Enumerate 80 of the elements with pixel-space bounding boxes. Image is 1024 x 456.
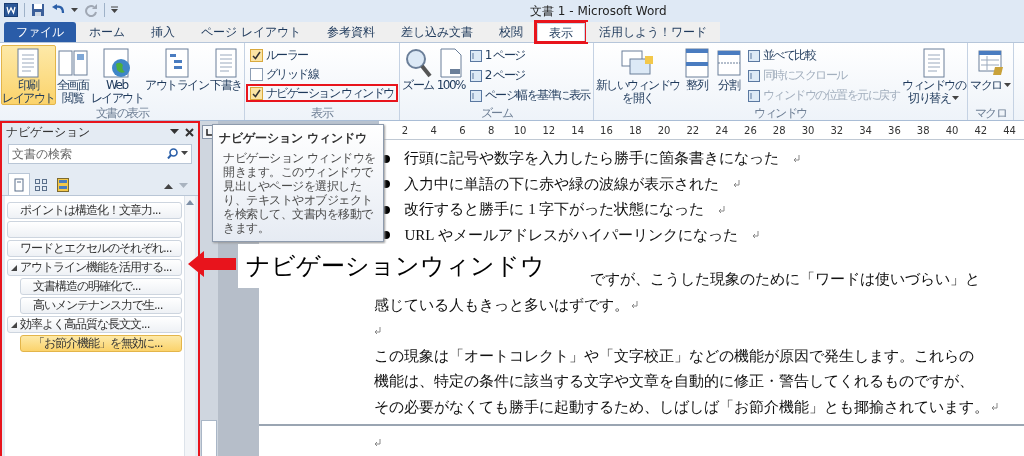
page-layout-icon[interactable]: [468, 68, 483, 83]
grid-icon: [35, 178, 47, 191]
word-logo-icon[interactable]: [4, 3, 18, 17]
checkbox[interactable]: ルーラー: [245, 46, 398, 64]
ribbon-tab[interactable]: 参考資料: [313, 22, 388, 42]
ribbon-button[interactable]: マクロ: [969, 45, 1012, 105]
close-icon[interactable]: [185, 127, 194, 137]
heading-item[interactable]: 効率よく高品質な長文文...: [7, 316, 182, 333]
check-icon: [251, 50, 261, 60]
checkbox[interactable]: ナビゲーション ウィンドウ: [245, 84, 398, 102]
search-icon[interactable]: [167, 148, 178, 159]
list-icon: [57, 177, 69, 192]
page-layout-icon[interactable]: [468, 48, 483, 63]
bullet-text: 行頭に記号や数字を入力したら勝手に箇条書きになった: [404, 149, 780, 169]
caret-icon: [181, 151, 188, 156]
ribbon-button[interactable]: ページ幅を基準に表示: [466, 86, 592, 105]
group-label: 表示: [310, 105, 334, 120]
ribbon-button[interactable]: 分割: [712, 45, 745, 105]
ribbon-tab[interactable]: ホーム: [76, 22, 138, 42]
ribbon-button[interactable]: 整列: [680, 45, 713, 105]
window-title: 文書 1 - Microsoft Word: [530, 3, 667, 20]
expanded-triangle-icon[interactable]: [11, 321, 17, 328]
search-field[interactable]: 文書の検索: [8, 144, 192, 164]
group-label: マクロ: [973, 105, 1008, 120]
group-label: 文書の表示: [94, 105, 150, 120]
heading-item[interactable]: ワードとエクセルのそれぞれ...: [7, 240, 182, 257]
book-icon[interactable]: [56, 47, 89, 79]
ribbon-button[interactable]: 下書き: [209, 45, 243, 105]
ribbon-button[interactable]: 1 ページ: [466, 46, 592, 65]
ribbon-button[interactable]: 新しいウィンドウ を開く: [594, 45, 681, 105]
tooltip-title: ナビゲーション ウィンドウ: [219, 130, 369, 147]
ribbon-tab[interactable]: 表示: [535, 22, 586, 42]
pane-title: ナビゲーション: [6, 123, 91, 141]
heading-item[interactable]: 文書構造の明確化で...: [20, 278, 182, 295]
ribbon-button[interactable]: アウトライン: [144, 45, 209, 105]
dropdown-icon[interactable]: [170, 129, 179, 135]
heading-item[interactable]: ポイントは構造化！文章力...: [7, 202, 182, 219]
ribbon-button[interactable]: ズーム: [400, 45, 435, 105]
save-icon[interactable]: [31, 3, 45, 17]
paragraph-line: この現象は「オートコレクト」や「文字校正」などの機能が原因で発生します。これらの: [374, 346, 975, 366]
heading-item[interactable]: アウトライン機能を活用する...: [7, 259, 182, 276]
group-label: ウィンドウ: [753, 105, 808, 120]
ribbon-tab[interactable]: 挿入: [138, 22, 188, 42]
customize-caret-icon[interactable]: [111, 6, 118, 14]
bullet-text: 入力中に単語の下に赤や緑の波線が表示された: [404, 174, 720, 194]
ribbon-button[interactable]: ウィンドウの 切り替え: [901, 45, 967, 105]
paragraph-line: その必要がなくても勝手に起動するため、しばしば「お節介機能」とも揶揄されています。: [374, 397, 990, 417]
paragraph-line: ですが、こうした現象のために「ワードは使いづらい」と: [590, 270, 981, 290]
expanded-triangle-icon[interactable]: [11, 264, 17, 271]
ribbon-button[interactable]: Web レイアウト: [89, 45, 144, 105]
check-icon: [251, 88, 261, 98]
paragraph-line: 機能は、特定の条件に該当する文字や文章を自動的に修正・警告してくれるものですが、: [374, 372, 975, 392]
ribbon-button[interactable]: 並べて比較: [744, 46, 902, 65]
page-layout-icon[interactable]: [746, 48, 761, 63]
group-label: ズーム: [479, 105, 514, 120]
ribbon-button[interactable]: 2 ページ: [466, 66, 592, 85]
globe-page-icon[interactable]: [100, 47, 133, 79]
scroll-up-icon[interactable]: [186, 200, 194, 205]
previous-arrow-icon[interactable]: [164, 183, 173, 189]
checkbox[interactable]: グリッド線: [245, 65, 398, 83]
ribbon-tab[interactable]: 活用しよう！ワード: [585, 22, 720, 42]
caret-icon: [952, 96, 960, 101]
ribbon-button[interactable]: 100%: [434, 45, 467, 105]
heading-item[interactable]: 「お節介機能」を無効に...: [20, 335, 182, 352]
ribbon-tab[interactable]: ページ レイアウト: [188, 22, 314, 42]
heading-item[interactable]: 高いメンテナンス力で生...: [20, 297, 182, 314]
bullet-text: URL やメールアドレスがハイパーリンクになった: [404, 225, 738, 245]
tooltip-text: ナビゲーション ウィンドウを開きます。このウィンドウで見出しやページを選択したり、テキストやオブジェクトを検索して、文書内を移動できます。: [222, 151, 377, 235]
ribbon-button[interactable]: 印刷 レイアウト: [1, 45, 56, 105]
caret-icon: [1003, 83, 1011, 88]
caret-icon: [71, 7, 78, 13]
ribbon-tab[interactable]: ファイル: [4, 22, 76, 42]
ribbon-button[interactable]: 全画面 閲覧: [55, 45, 90, 105]
paragraph-line: 感じている人もきっと多いはずです。: [374, 295, 630, 315]
page-icon: [14, 177, 24, 192]
ribbon-tab[interactable]: 校閲: [485, 22, 536, 42]
bullet-text: 改行すると勝手に 1 字下がった状態になった: [404, 200, 705, 220]
vertical-ruler: [201, 420, 218, 456]
page-layout-icon[interactable]: [468, 88, 483, 103]
ribbon-tab[interactable]: 差し込み文書: [387, 22, 486, 42]
